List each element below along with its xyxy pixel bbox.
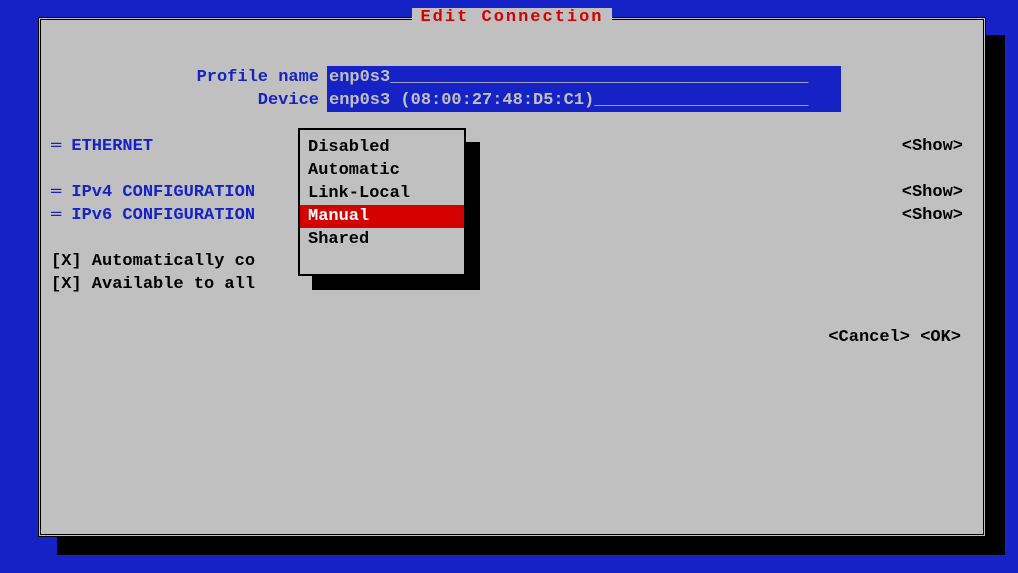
popup-item-link-local[interactable]: Link-Local xyxy=(300,182,464,205)
device-input[interactable]: enp0s3 (08:00:27:48:D5:C1)______________… xyxy=(327,89,841,112)
device-label: Device xyxy=(51,89,327,112)
dialog-title: Edit Connection xyxy=(412,8,611,27)
ipv6-show-button[interactable]: <Show> xyxy=(902,204,963,227)
dialog-footer: <Cancel> <OK> xyxy=(828,328,961,347)
row-ipv4: ═ IPv4 CONFIGURATION <Show> xyxy=(51,181,973,204)
profile-name-input[interactable]: enp0s3__________________________________… xyxy=(327,66,841,89)
ethernet-section[interactable]: ═ ETHERNET xyxy=(51,135,153,158)
ethernet-show-button[interactable]: <Show> xyxy=(902,135,963,158)
ipv6-section[interactable]: ═ IPv6 CONFIGURATION xyxy=(51,204,255,227)
row-auto-connect: [X] Automatically co xyxy=(51,250,973,273)
available-all-checkbox[interactable]: [X] Available to all xyxy=(51,273,255,296)
ipv4-show-button[interactable]: <Show> xyxy=(902,181,963,204)
ipv4-section[interactable]: ═ IPv4 CONFIGURATION xyxy=(51,181,255,204)
ok-button[interactable]: <OK> xyxy=(920,328,961,347)
auto-connect-checkbox[interactable]: [X] Automatically co xyxy=(51,250,255,273)
config-mode-popup: DisabledAutomaticLink-LocalManualShared xyxy=(298,128,466,276)
title-wrap: Edit Connection xyxy=(41,8,983,27)
edit-connection-dialog: Edit Connection Profile name enp0s3_____… xyxy=(38,17,986,537)
row-available-all: [X] Available to all xyxy=(51,273,973,296)
row-profile-name: Profile name enp0s3_____________________… xyxy=(51,66,973,89)
ethernet-label: ETHERNET xyxy=(71,137,153,156)
dialog-content: Profile name enp0s3_____________________… xyxy=(51,66,973,296)
row-device: Device enp0s3 (08:00:27:48:D5:C1)_______… xyxy=(51,89,973,112)
row-ethernet: ═ ETHERNET <Show> xyxy=(51,135,973,158)
profile-name-label: Profile name xyxy=(51,66,327,89)
popup-item-automatic[interactable]: Automatic xyxy=(300,159,464,182)
ipv4-label: IPv4 CONFIGURATION xyxy=(71,183,255,202)
ipv6-label: IPv6 CONFIGURATION xyxy=(71,206,255,225)
popup-item-disabled[interactable]: Disabled xyxy=(300,136,464,159)
row-ipv6: ═ IPv6 CONFIGURATION <Show> xyxy=(51,204,973,227)
popup-item-manual[interactable]: Manual xyxy=(300,205,464,228)
popup-item-shared[interactable]: Shared xyxy=(300,228,464,251)
cancel-button[interactable]: <Cancel> xyxy=(828,328,910,347)
